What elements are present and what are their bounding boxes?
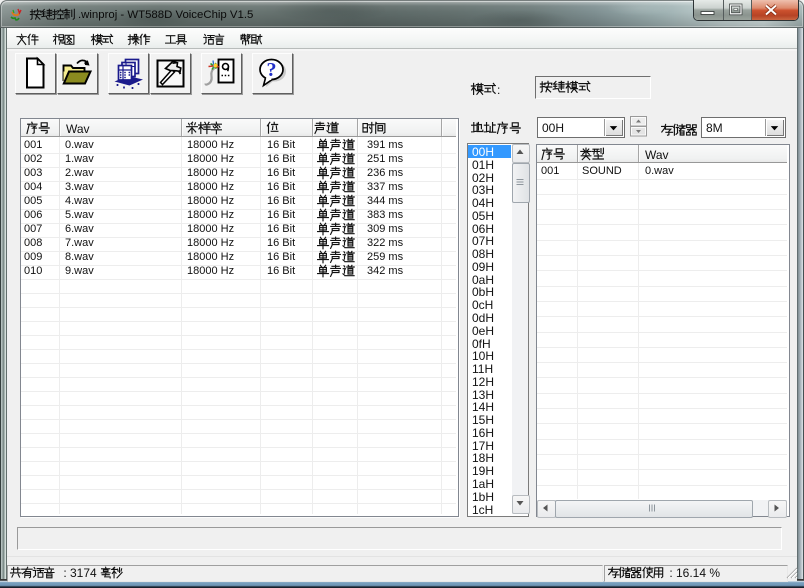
svg-text:?: ? [267, 59, 277, 81]
